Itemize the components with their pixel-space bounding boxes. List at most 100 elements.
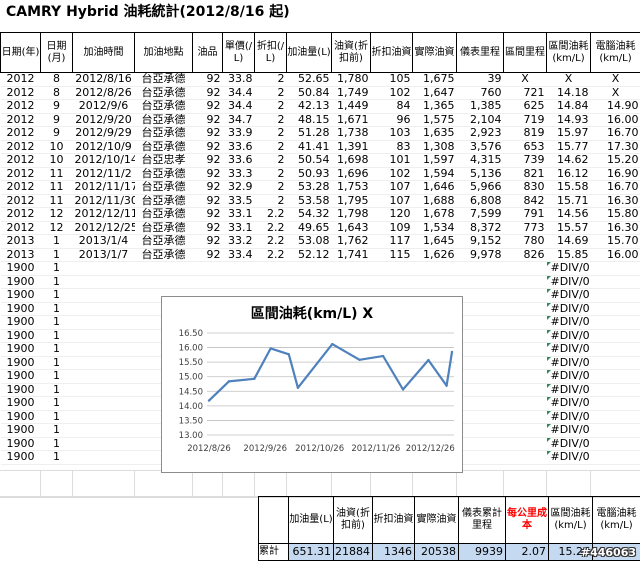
table-cell[interactable]: 16.90	[590, 167, 640, 181]
table-cell[interactable]	[590, 275, 640, 289]
table-cell[interactable]: 15.57	[546, 221, 591, 235]
table-cell[interactable]: 92	[192, 126, 223, 141]
table-cell[interactable]	[370, 275, 413, 289]
table-cell[interactable]: 台亞承德	[134, 194, 193, 208]
table-cell[interactable]: 2012/12/11	[72, 207, 135, 222]
table-cell[interactable]	[222, 261, 255, 276]
table-cell[interactable]: 826	[503, 248, 547, 262]
table-cell[interactable]: #DIV/0!	[546, 315, 591, 330]
table-cell[interactable]: 2012/9/6	[72, 99, 135, 114]
table-cell[interactable]: 台亞承德	[134, 234, 193, 249]
header-odometer[interactable]: 儀表里程	[456, 32, 504, 73]
table-cell[interactable]	[192, 275, 223, 289]
table-cell[interactable]: 821	[503, 167, 547, 181]
table-cell[interactable]	[456, 288, 504, 303]
table-cell[interactable]: 2012/10/14	[72, 153, 135, 168]
table-cell[interactable]: 台亞承德	[134, 99, 193, 114]
table-cell[interactable]: 102	[370, 167, 413, 181]
table-cell[interactable]: 1	[40, 396, 73, 411]
table-cell[interactable]: 1	[40, 288, 73, 303]
table-cell[interactable]: 17.30	[590, 140, 640, 154]
header-year[interactable]: 日期(年)	[0, 32, 41, 73]
table-cell[interactable]	[590, 369, 640, 384]
table-cell[interactable]: 33.8	[222, 72, 255, 87]
table-cell[interactable]: 2012/8/26	[72, 86, 135, 100]
table-cell[interactable]	[72, 450, 135, 465]
table-cell[interactable]: #DIV/0!	[546, 329, 591, 343]
table-cell[interactable]: #DIV/0!	[546, 356, 591, 370]
table-cell[interactable]	[456, 437, 504, 451]
table-cell[interactable]	[72, 315, 135, 330]
summary-header-actual-cost[interactable]: 實際油資	[414, 496, 459, 544]
table-cell[interactable]: 2	[254, 153, 287, 168]
table-cell[interactable]: 台亞承德	[134, 126, 193, 141]
table-cell[interactable]: 10	[40, 153, 73, 168]
table-cell[interactable]	[72, 275, 135, 289]
header-interval-distance[interactable]: 區間里程	[503, 32, 547, 73]
table-cell[interactable]	[503, 356, 547, 370]
table-cell[interactable]: 109	[370, 221, 413, 235]
table-cell[interactable]: 33.6	[222, 140, 255, 154]
table-cell[interactable]: 101	[370, 153, 413, 168]
table-cell[interactable]: 11	[40, 194, 73, 208]
table-cell[interactable]	[590, 437, 640, 451]
table-cell[interactable]: 105	[370, 72, 413, 87]
table-cell[interactable]	[412, 275, 457, 289]
summary-total-liters[interactable]: 651.31	[288, 543, 334, 561]
table-cell[interactable]: 1,449	[331, 99, 371, 114]
table-cell[interactable]	[503, 342, 547, 357]
table-cell[interactable]: 1,594	[412, 167, 457, 181]
table-cell[interactable]	[72, 302, 135, 316]
summary-header-cost-before-discount[interactable]: 油資(折扣前)	[333, 496, 373, 544]
table-cell[interactable]: 2	[254, 72, 287, 87]
table-cell[interactable]: 33.1	[222, 221, 255, 235]
table-cell[interactable]: 92	[192, 153, 223, 168]
table-cell[interactable]: 1,391	[331, 140, 371, 154]
table-cell[interactable]: #DIV/0!	[546, 437, 591, 451]
table-cell[interactable]	[72, 261, 135, 276]
table-cell[interactable]: 53.08	[286, 234, 332, 249]
header-month[interactable]: 日期(月)	[40, 32, 73, 73]
table-cell[interactable]	[503, 369, 547, 384]
table-cell[interactable]: 1	[40, 248, 73, 262]
header-fuel-grade[interactable]: 油品	[192, 32, 223, 73]
table-cell[interactable]: 1,688	[412, 194, 457, 208]
table-cell[interactable]: 52.65	[286, 72, 332, 87]
table-cell[interactable]: 780	[503, 234, 547, 249]
table-cell[interactable]	[503, 315, 547, 330]
table-cell[interactable]: 9,152	[456, 234, 504, 249]
table-cell[interactable]	[503, 288, 547, 303]
table-cell[interactable]	[72, 329, 135, 343]
table-cell[interactable]: 1,385	[456, 99, 504, 114]
table-cell[interactable]: 1,780	[331, 72, 371, 87]
table-cell[interactable]: 2012/12/25	[72, 221, 135, 235]
table-cell[interactable]: 1900	[0, 342, 41, 357]
table-cell[interactable]	[456, 396, 504, 411]
fuel-economy-chart[interactable]: 區間油耗(km/L) X 13.00 13.50 14.00 14.50 15.00 15…	[161, 296, 463, 473]
table-cell[interactable]	[503, 302, 547, 316]
table-cell[interactable]: 台亞忠孝	[134, 153, 193, 168]
table-cell[interactable]: 2	[254, 140, 287, 154]
table-cell[interactable]: X	[590, 86, 640, 100]
table-cell[interactable]	[590, 288, 640, 303]
table-cell[interactable]: 92	[192, 180, 223, 195]
table-cell[interactable]: 2013/1/7	[72, 248, 135, 262]
table-cell[interactable]: 2.2	[254, 207, 287, 222]
table-cell[interactable]	[222, 275, 255, 289]
summary-total-cost-before-discount[interactable]: 21884	[333, 543, 373, 561]
table-cell[interactable]: 1,749	[331, 86, 371, 100]
header-unit-price[interactable]: 單價(/L)	[222, 32, 255, 73]
table-cell[interactable]: 2012	[0, 153, 41, 168]
table-cell[interactable]: 2	[254, 99, 287, 114]
table-cell[interactable]	[331, 261, 371, 276]
table-cell[interactable]: 32.9	[222, 180, 255, 195]
table-cell[interactable]: 1,597	[412, 153, 457, 168]
table-cell[interactable]: 653	[503, 140, 547, 154]
header-refuel-date[interactable]: 加油時間	[72, 32, 135, 73]
table-cell[interactable]: 1900	[0, 396, 41, 411]
header-computer-economy[interactable]: 電腦油耗(km/L)	[590, 32, 640, 73]
summary-header-interval-economy[interactable]: 區間油耗(km/L)	[548, 496, 593, 544]
table-cell[interactable]: 2013	[0, 248, 41, 262]
table-cell[interactable]: 739	[503, 153, 547, 168]
table-cell[interactable]: 6,808	[456, 194, 504, 208]
